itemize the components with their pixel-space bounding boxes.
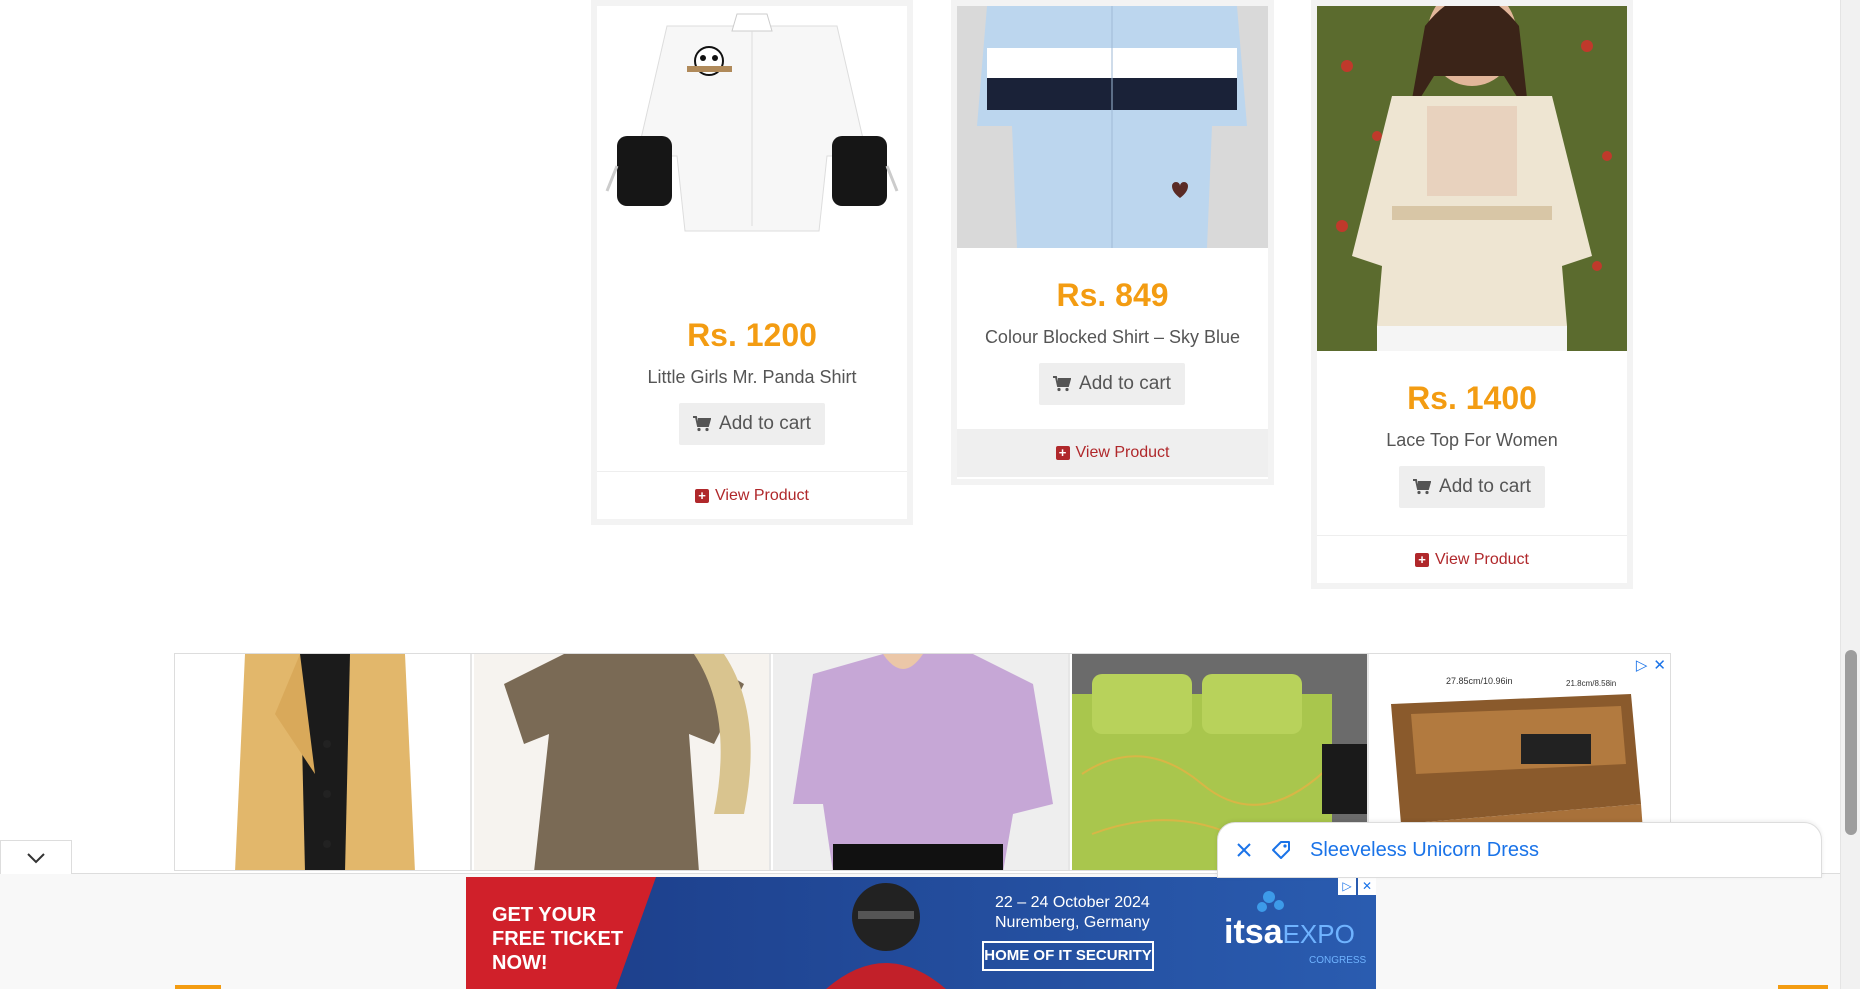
close-icon[interactable]: [1236, 842, 1252, 858]
chevron-down-icon: [27, 852, 45, 863]
add-to-cart-label: Add to cart: [719, 413, 811, 434]
ad-close-icon[interactable]: ✕: [1653, 656, 1666, 674]
plus-square-icon: +: [695, 488, 709, 503]
adchoices-icon[interactable]: ▷: [1338, 877, 1356, 895]
add-to-cart-label: Add to cart: [1439, 476, 1531, 497]
page: Rs. 1200 Little Girls Mr. Panda Shirt Ad…: [0, 0, 1860, 989]
cart-icon: [1053, 376, 1072, 392]
tag-icon: [1272, 841, 1290, 859]
banner-location: Nuremberg, Germany: [995, 914, 1150, 931]
adchoices-icon[interactable]: ▷: [1636, 656, 1648, 674]
banner-close-icon[interactable]: ✕: [1358, 877, 1376, 895]
banner-headline-2: FREE TICKET: [492, 928, 624, 950]
product-card: Rs. 1200 Little Girls Mr. Panda Shirt Ad…: [591, 0, 913, 525]
plus-square-icon: +: [1055, 446, 1070, 460]
ad-tile-blouse[interactable]: [773, 654, 1070, 870]
ad-tile-tshirt[interactable]: [474, 654, 771, 870]
view-product-label: View Product: [1435, 550, 1529, 568]
product-name[interactable]: Colour Blocked Shirt – Sky Blue: [957, 327, 1268, 348]
product-image[interactable]: [597, 6, 907, 286]
view-product-label: View Product: [715, 486, 809, 504]
bottom-accent-right: [1778, 985, 1828, 989]
add-to-cart-button[interactable]: Add to cart: [679, 403, 825, 445]
view-product-link[interactable]: + View Product: [597, 471, 907, 519]
product-card-body: Rs. 1200 Little Girls Mr. Panda Shirt Ad…: [597, 6, 907, 519]
add-to-cart-label: Add to cart: [1079, 373, 1171, 394]
product-card: Rs. 1400 Lace Top For Women Add to cart …: [1311, 0, 1633, 589]
banner-date: 22 – 24 October 2024: [995, 894, 1150, 911]
plus-square-icon: +: [1415, 552, 1429, 567]
ad-choices[interactable]: ▷ ✕: [1636, 656, 1666, 674]
view-product-link[interactable]: + View Product: [1317, 535, 1627, 583]
dim-width: 27.85cm/10.96in: [1446, 676, 1513, 686]
view-product-label: View Product: [1075, 444, 1170, 461]
product-price: Rs. 1200: [687, 317, 817, 353]
dim-depth: 21.8cm/8.58in: [1566, 679, 1616, 688]
banner-headline-3: NOW!: [492, 952, 548, 974]
product-card: Rs. 849 Colour Blocked Shirt – Sky Blue …: [951, 0, 1274, 485]
product-name[interactable]: Lace Top For Women: [1317, 430, 1627, 451]
scrollbar-thumb[interactable]: [1845, 650, 1857, 835]
add-to-cart-button[interactable]: Add to cart: [1039, 363, 1185, 405]
vertical-scrollbar[interactable]: [1840, 0, 1860, 989]
product-name[interactable]: Little Girls Mr. Panda Shirt: [597, 367, 907, 388]
product-image[interactable]: [957, 6, 1268, 248]
product-card-body: Rs. 849 Colour Blocked Shirt – Sky Blue …: [957, 6, 1268, 479]
add-to-cart-button[interactable]: Add to cart: [1399, 466, 1545, 508]
banner-tagline: HOME OF IT SECURITY: [984, 947, 1152, 964]
banner-brand-sub: EXPO: [1282, 919, 1355, 949]
collapse-ad-button[interactable]: [0, 840, 72, 874]
product-price: Rs. 849: [1056, 277, 1169, 313]
product-image[interactable]: [1317, 6, 1627, 351]
toast-label[interactable]: Sleeveless Unicorn Dress: [1310, 839, 1539, 862]
cart-icon: [1413, 479, 1432, 495]
product-card-body: Rs. 1400 Lace Top For Women Add to cart …: [1317, 6, 1627, 583]
cart-icon: [693, 416, 712, 432]
itsa-banner-ad[interactable]: GET YOUR FREE TICKET NOW! 22 – 24 Octobe…: [466, 877, 1376, 989]
view-product-link[interactable]: + View Product: [957, 429, 1268, 477]
banner-headline-1: GET YOUR: [492, 904, 597, 926]
banner-brand-sub2: CONGRESS: [1309, 955, 1367, 966]
product-suggestion-toast[interactable]: Sleeveless Unicorn Dress: [1217, 822, 1822, 878]
banner-adchoices[interactable]: ▷ ✕: [1338, 877, 1376, 895]
ad-tile-coat[interactable]: [175, 654, 472, 870]
bottom-accent-left: [175, 985, 221, 989]
product-price: Rs. 1400: [1407, 380, 1537, 416]
banner-brand-main: itsa: [1224, 913, 1283, 951]
